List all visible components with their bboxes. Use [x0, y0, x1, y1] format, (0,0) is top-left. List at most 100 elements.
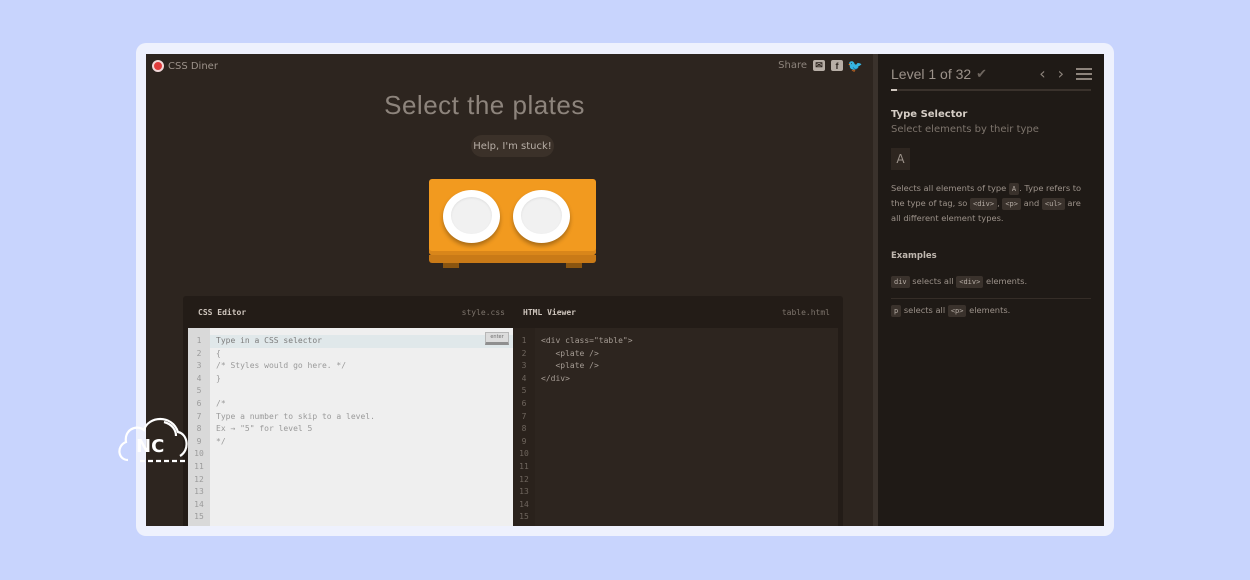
line-number: 12: [519, 474, 529, 484]
facebook-icon[interactable]: f: [831, 60, 843, 71]
table-leg: [443, 263, 459, 268]
html-markup: <div class="table"> <plate /> <plate /> …: [535, 328, 838, 526]
line-number: 2: [521, 348, 527, 358]
css-editor-header: CSS Editor style.css: [188, 296, 513, 328]
table-edge: [429, 255, 596, 263]
code-tag: <p>: [1002, 198, 1021, 210]
code-tag: <div>: [969, 198, 998, 210]
level-progress: [891, 89, 1091, 91]
markup-line[interactable]: <plate />: [541, 360, 838, 373]
chevron-right-icon[interactable]: ›: [1058, 66, 1064, 82]
share-label: Share: [778, 60, 807, 71]
app-window: CSS Diner Share ✉ f 🐦 Select the plates …: [146, 54, 1104, 526]
example-text: selects all: [903, 305, 946, 315]
line-number: 7: [521, 411, 527, 421]
example-text: elements.: [969, 305, 1011, 315]
table-leg: [566, 263, 582, 268]
badge-text: NC: [136, 436, 164, 457]
code-line: {: [216, 348, 221, 358]
menu-icon[interactable]: [1076, 68, 1092, 80]
line-number: 13: [194, 487, 204, 497]
selector-syntax: A: [891, 148, 910, 170]
html-line-numbers: 1 2 3 4 5 6 7 8 9 10 11 12 13 14 15: [513, 328, 535, 526]
html-viewer-body: 1 2 3 4 5 6 7 8 9 10 11 12 13 14 15 <div…: [513, 328, 838, 526]
description-text: and: [1021, 198, 1042, 208]
checkmark-icon: ✔: [976, 66, 988, 81]
line-number: 15: [519, 512, 529, 522]
line-number: 2: [196, 348, 202, 358]
example-text: elements.: [985, 276, 1028, 286]
html-viewer-header: HTML Viewer table.html: [513, 296, 838, 328]
line-number: 9: [521, 436, 527, 446]
code-tag: A: [1008, 183, 1020, 195]
email-icon[interactable]: ✉: [813, 60, 825, 71]
share-bar: Share ✉ f 🐦: [778, 59, 863, 73]
line-number: 1: [521, 336, 527, 345]
help-button[interactable]: Help, I'm stuck!: [471, 135, 554, 157]
line-number: 1: [196, 336, 202, 345]
line-number: 5: [196, 386, 202, 396]
line-number: 12: [194, 474, 204, 484]
line-number: 3: [521, 361, 527, 371]
code-tag: p: [891, 305, 902, 317]
code-line: */: [216, 436, 226, 446]
level-instruction: Select the plates: [384, 90, 585, 120]
line-number: 11: [519, 461, 529, 471]
example-item: div selects all <div> elements.: [891, 276, 1091, 299]
sidebar: Level 1 of 32 ✔ ‹ › Type Selector Select…: [878, 54, 1104, 526]
example-item: p selects all <p> elements.: [891, 305, 1091, 317]
line-number: 8: [521, 424, 527, 434]
line-number: 4: [521, 373, 527, 383]
line-number: 15: [194, 512, 204, 522]
logo-icon: [152, 60, 164, 72]
line-number: 4: [196, 373, 202, 383]
description-text: Selects all elements of type: [891, 183, 1009, 193]
code-tag: <div>: [956, 276, 984, 288]
code-line: /* Styles would go here. */: [216, 361, 347, 371]
markup-line[interactable]: <div class="table">: [541, 335, 838, 348]
line-number: 14: [519, 499, 529, 509]
plate[interactable]: [443, 190, 500, 243]
chevron-left-icon[interactable]: ‹: [1039, 66, 1045, 82]
code-tag: div: [891, 276, 910, 288]
level-label: Level 1 of 32: [891, 66, 972, 82]
game-area: CSS Diner Share ✉ f 🐦 Select the plates …: [146, 54, 873, 526]
css-editor-body: 1 2 3 4 5 6 7 8 9 10 11 12 13 14 15 ente…: [188, 328, 513, 526]
enter-button[interactable]: enter: [485, 332, 509, 345]
line-number: 14: [194, 499, 204, 509]
level-header[interactable]: Level 1 of 32 ✔: [891, 66, 987, 82]
editor-panel: CSS Editor style.css 1 2 3 4 5 6 7 8 9 1…: [183, 296, 843, 526]
code-tag: <p>: [947, 305, 967, 317]
line-number: 6: [521, 398, 527, 408]
html-viewer: HTML Viewer table.html 1 2 3 4 5 6 7 8 9: [513, 296, 838, 526]
example-text: selects all: [912, 276, 954, 286]
dinner-table: [429, 179, 596, 269]
line-number: 5: [521, 386, 527, 396]
cloud-badge-icon: NC: [118, 417, 188, 463]
level-nav: ‹ ›: [1039, 66, 1092, 82]
plate[interactable]: [513, 190, 570, 243]
css-selector-input[interactable]: Type in a CSS selector: [210, 335, 513, 348]
selector-description: Selects all elements of type A. Type ref…: [891, 181, 1091, 226]
markup-line[interactable]: </div>: [541, 373, 838, 386]
css-input-area[interactable]: enter Type in a CSS selector { /* Styles…: [210, 328, 513, 526]
code-line: }: [216, 373, 221, 383]
line-number: 10: [519, 449, 529, 459]
html-viewer-title: HTML Viewer: [523, 307, 576, 317]
code-line: Type a number to skip to a level.: [216, 411, 375, 421]
examples-title: Examples: [891, 251, 937, 261]
selector-name: Type Selector: [891, 109, 968, 120]
twitter-icon[interactable]: 🐦: [848, 59, 863, 73]
code-tag: <ul>: [1041, 198, 1065, 210]
html-file-name: table.html: [781, 307, 830, 317]
brand-name: CSS Diner: [168, 60, 218, 72]
selector-title: Select elements by their type: [891, 124, 1039, 135]
progress-fill: [891, 89, 897, 91]
brand[interactable]: CSS Diner: [152, 60, 218, 72]
markup-line[interactable]: <plate />: [541, 348, 838, 361]
css-editor: CSS Editor style.css 1 2 3 4 5 6 7 8 9 1…: [188, 296, 513, 526]
css-editor-title: CSS Editor: [198, 307, 247, 317]
line-number: 13: [519, 487, 529, 497]
line-number: 3: [196, 361, 202, 371]
